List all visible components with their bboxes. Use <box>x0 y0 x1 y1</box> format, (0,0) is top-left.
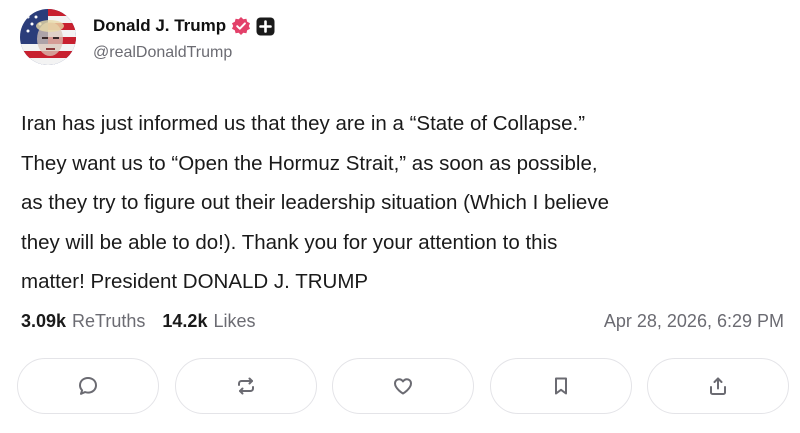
retruths-label: ReTruths <box>72 311 146 331</box>
bookmark-icon <box>554 377 567 395</box>
likes-label: Likes <box>213 311 256 331</box>
retruths-stat[interactable]: 3.09k ReTruths <box>21 311 145 332</box>
action-bar <box>17 358 789 414</box>
post-card: Donald J. Trump @realDonaldTrump Iran ha… <box>0 0 800 433</box>
likes-count: 14.2k <box>162 311 208 331</box>
plus-badge-icon <box>256 17 275 36</box>
like-button[interactable] <box>332 358 474 414</box>
author-name-row: Donald J. Trump <box>93 14 275 38</box>
like-icon <box>394 378 412 395</box>
share-button[interactable] <box>647 358 789 414</box>
share-icon <box>710 377 726 395</box>
likes-stat[interactable]: 14.2k Likes <box>162 311 255 332</box>
reply-button[interactable] <box>17 358 159 414</box>
post-body-text: Iran has just informed us that they are … <box>21 112 609 293</box>
author-display-name[interactable]: Donald J. Trump <box>93 16 226 36</box>
verified-badge-icon <box>231 16 251 36</box>
avatar-image <box>20 9 76 65</box>
retruth-icon <box>237 377 254 395</box>
post-stats: 3.09k ReTruths 14.2k Likes <box>21 311 272 332</box>
author-handle[interactable]: @realDonaldTrump <box>93 44 232 62</box>
post-timestamp[interactable]: Apr 28, 2026, 6:29 PM <box>604 311 784 332</box>
bookmark-button[interactable] <box>489 358 632 414</box>
avatar[interactable] <box>20 9 76 65</box>
retruths-count: 3.09k <box>21 311 67 331</box>
retruth-button[interactable] <box>174 358 317 414</box>
reply-icon <box>79 377 97 395</box>
